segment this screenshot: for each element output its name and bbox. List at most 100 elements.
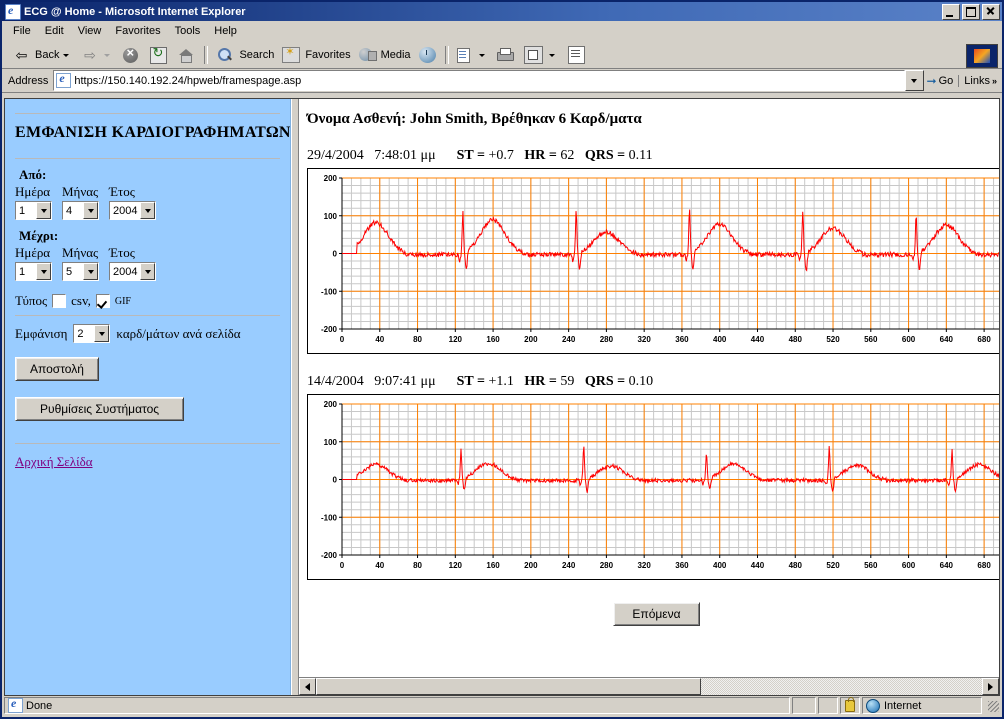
edit-page-icon bbox=[523, 46, 543, 64]
svg-text:440: 440 bbox=[751, 335, 765, 344]
mail-button[interactable] bbox=[453, 44, 492, 66]
status-bar: Done Internet bbox=[4, 696, 1000, 715]
forward-chevron-down-icon[interactable] bbox=[104, 53, 111, 57]
from-day-chevron-down-icon[interactable] bbox=[36, 202, 51, 219]
toolbar-separator bbox=[204, 46, 209, 64]
gif-checkbox[interactable] bbox=[95, 294, 110, 308]
csv-checkbox[interactable] bbox=[52, 294, 67, 308]
horizontal-scrollbar[interactable] bbox=[299, 677, 999, 695]
svg-text:640: 640 bbox=[940, 561, 954, 570]
menu-edit[interactable]: Edit bbox=[38, 23, 71, 39]
scroll-thumb[interactable] bbox=[316, 678, 701, 695]
page-ie-icon bbox=[56, 73, 72, 88]
home-button[interactable] bbox=[173, 44, 200, 66]
internet-globe-icon bbox=[866, 698, 880, 713]
menu-view[interactable]: View bbox=[71, 23, 109, 39]
media-button[interactable]: Media bbox=[354, 44, 414, 66]
menu-favorites[interactable]: Favorites bbox=[108, 23, 167, 39]
svg-text:240: 240 bbox=[562, 561, 576, 570]
scroll-left-button[interactable] bbox=[299, 678, 316, 695]
home-page-link[interactable]: Αρχική Σελίδα bbox=[15, 454, 93, 470]
svg-text:0: 0 bbox=[340, 561, 345, 570]
to-date-row: Ημέρα 1 Μήνας 5 Έτος 2004 bbox=[15, 245, 280, 281]
to-day-chevron-down-icon[interactable] bbox=[36, 263, 51, 280]
from-month-chevron-down-icon[interactable] bbox=[83, 202, 98, 219]
svg-text:400: 400 bbox=[713, 561, 727, 570]
menu-tools[interactable]: Tools bbox=[168, 23, 208, 39]
to-year-label: Έτος bbox=[109, 245, 135, 260]
maximize-button[interactable] bbox=[962, 3, 980, 20]
refresh-button[interactable] bbox=[144, 44, 173, 66]
edit-chevron-down-icon[interactable] bbox=[548, 53, 555, 57]
to-year-select[interactable]: 2004 bbox=[109, 262, 157, 281]
to-year-chevron-down-icon[interactable] bbox=[140, 263, 156, 280]
search-icon bbox=[217, 47, 234, 63]
submit-button[interactable]: Αποστολή bbox=[15, 357, 99, 381]
svg-text:560: 560 bbox=[864, 335, 878, 344]
patient-info-line: Όνομα Ασθενή: John Smith, Βρέθηκαν 6 Καρ… bbox=[307, 111, 642, 127]
menu-help[interactable]: Help bbox=[207, 23, 244, 39]
display-count-value: 2 bbox=[77, 327, 84, 340]
from-year-select[interactable]: 2004 bbox=[109, 201, 157, 220]
from-month-select[interactable]: 4 bbox=[62, 201, 99, 220]
svg-text:600: 600 bbox=[902, 561, 916, 570]
mail-chevron-down-icon[interactable] bbox=[478, 53, 485, 57]
status-zone-label: Internet bbox=[884, 699, 922, 712]
favorites-label: Favorites bbox=[305, 49, 351, 61]
from-date-row: Ημέρα 1 Μήνας 4 Έτος 2004 bbox=[15, 184, 280, 220]
back-chevron-down-icon[interactable] bbox=[63, 53, 70, 57]
svg-text:480: 480 bbox=[789, 335, 803, 344]
menu-file[interactable]: File bbox=[6, 23, 38, 39]
scroll-track[interactable] bbox=[701, 678, 982, 695]
pagination-area: Επόμενα bbox=[307, 602, 999, 626]
edit-button[interactable] bbox=[519, 44, 562, 66]
address-input[interactable]: https://150.140.192.24/hpweb/framespage.… bbox=[53, 70, 905, 91]
favorites-button[interactable]: Favorites bbox=[277, 44, 353, 66]
to-day-select[interactable]: 1 bbox=[15, 262, 52, 281]
next-button[interactable]: Επόμενα bbox=[613, 602, 700, 626]
from-month-value: 4 bbox=[66, 204, 73, 217]
display-count-chevron-down-icon[interactable] bbox=[94, 325, 110, 342]
go-button[interactable]: ➞ Go bbox=[924, 74, 959, 88]
close-button[interactable] bbox=[982, 3, 1000, 20]
forward-button[interactable]: ⇨ bbox=[76, 44, 117, 66]
csv-label: csv, bbox=[71, 293, 91, 308]
from-day-select[interactable]: 1 bbox=[15, 201, 52, 220]
ecg-1-hr-label: HR = bbox=[524, 148, 557, 163]
address-url-text: https://150.140.192.24/hpweb/framespage.… bbox=[74, 74, 302, 87]
links-button[interactable]: Links » bbox=[958, 74, 999, 87]
to-month-chevron-down-icon[interactable] bbox=[83, 263, 98, 280]
ecg-chart-1: -200 -100 0 100 200 0 40 80 120 160 200 240 280 320 36… bbox=[307, 168, 999, 354]
minimize-button[interactable] bbox=[942, 3, 960, 20]
sidebar-divider-2 bbox=[15, 315, 280, 316]
menu-bar: File Edit View Favorites Tools Help bbox=[2, 21, 1002, 42]
frame-splitter[interactable] bbox=[291, 99, 299, 695]
svg-text:200: 200 bbox=[324, 400, 338, 409]
search-button[interactable]: Search bbox=[212, 44, 277, 66]
scroll-right-button[interactable] bbox=[982, 678, 999, 695]
address-bar: Address https://150.140.192.24/hpweb/fra… bbox=[2, 69, 1002, 93]
content-frame: Όνομα Ασθενή: John Smith, Βρέθηκαν 6 Καρ… bbox=[299, 99, 999, 695]
history-button[interactable] bbox=[414, 44, 441, 66]
svg-text:80: 80 bbox=[413, 335, 422, 344]
address-dropdown-button[interactable] bbox=[904, 70, 924, 91]
resize-grip[interactable] bbox=[986, 699, 1000, 713]
discuss-button[interactable] bbox=[562, 44, 591, 66]
mail-icon bbox=[456, 47, 474, 63]
svg-text:480: 480 bbox=[789, 561, 803, 570]
from-year-chevron-down-icon[interactable] bbox=[140, 202, 156, 219]
back-button[interactable]: ⇦ Back bbox=[8, 44, 76, 66]
svg-text:400: 400 bbox=[713, 335, 727, 344]
sidebar-divider-top bbox=[15, 113, 280, 114]
sidebar-divider-1 bbox=[15, 158, 280, 159]
to-month-select[interactable]: 5 bbox=[62, 262, 99, 281]
sidebar-frame: ΕΜΦΑΝΙΣΗ ΚΑΡΔΙΟΓΡΑΦΗΜΑΤΩΝ Από: Ημέρα 1 Μ… bbox=[5, 99, 291, 695]
system-settings-button[interactable]: Ρυθμίσεις Συστήματος bbox=[15, 397, 185, 421]
refresh-icon bbox=[150, 45, 168, 64]
display-count-select[interactable]: 2 bbox=[73, 324, 111, 343]
stop-button[interactable] bbox=[117, 44, 144, 66]
print-button[interactable] bbox=[492, 44, 519, 66]
from-month-label: Μήνας bbox=[62, 184, 99, 199]
browser-window: ECG @ Home - Microsoft Internet Explorer… bbox=[0, 0, 1004, 719]
toolbar: ⇦ Back ⇨ Search Favorites Media bbox=[2, 42, 1002, 69]
